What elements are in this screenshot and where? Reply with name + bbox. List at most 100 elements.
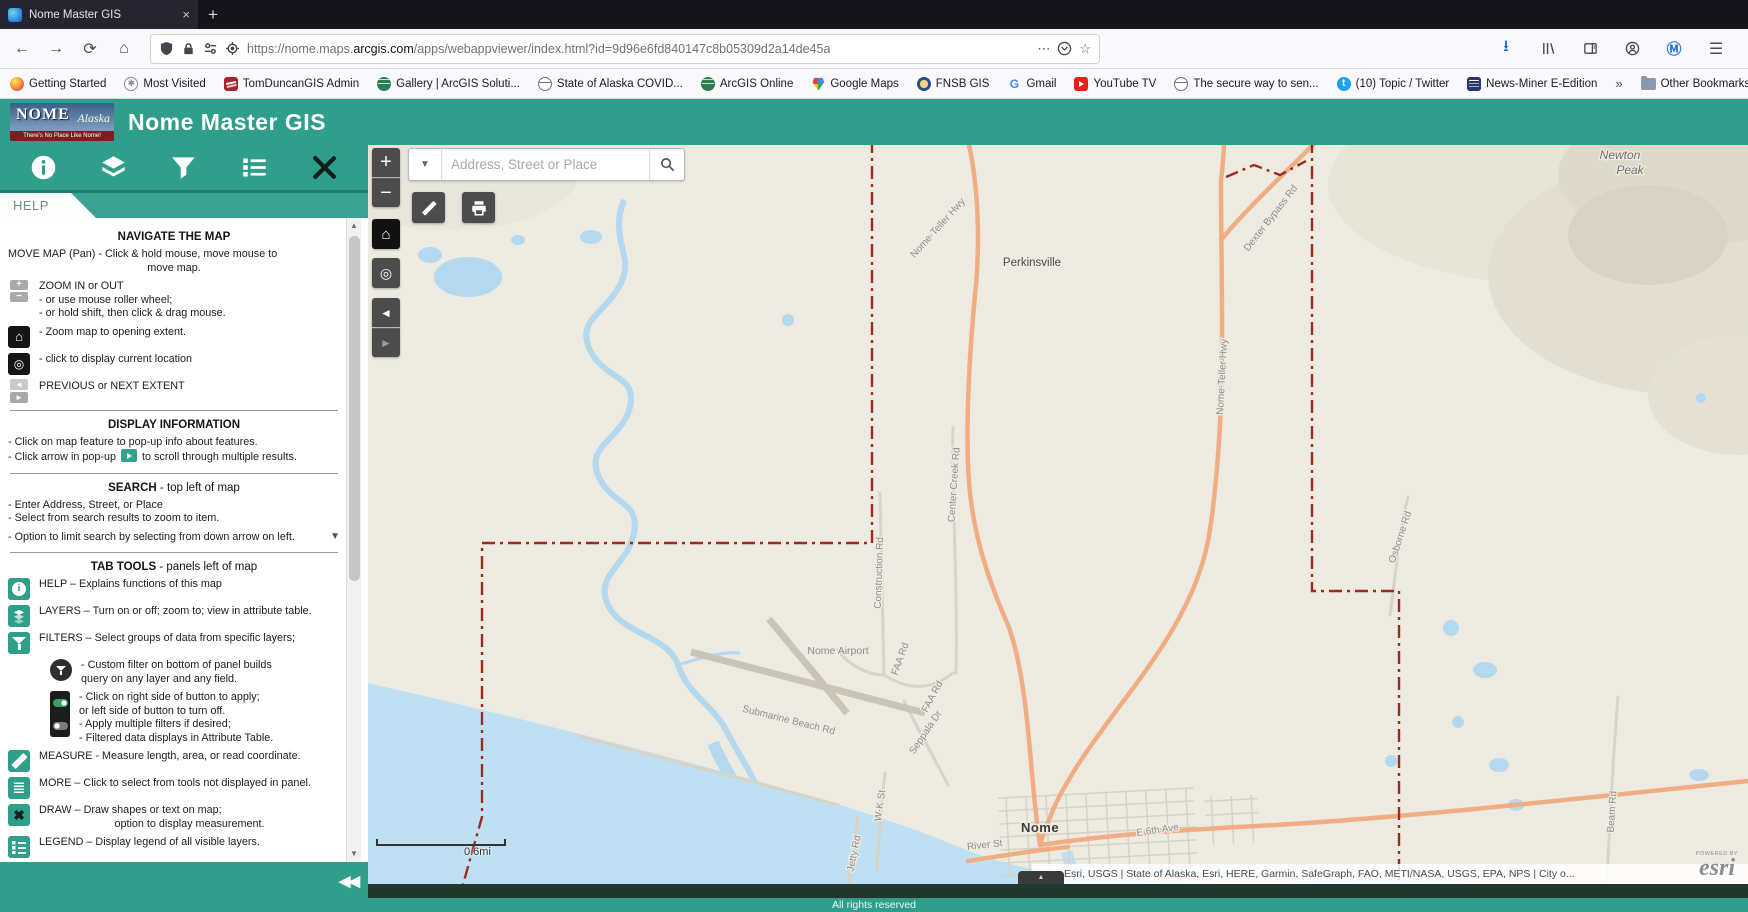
- panel-scrollbar[interactable]: ▲ ▼: [346, 218, 361, 862]
- geolocation-icon[interactable]: [225, 41, 240, 56]
- bookmark-item[interactable]: Getting Started: [10, 77, 106, 91]
- help-section: SEARCH - top left of map- Enter Address,…: [8, 482, 340, 545]
- help-row: MOVE MAP (Pan) - Click & hold mouse, mov…: [8, 248, 340, 275]
- bookmark-item[interactable]: FNSB GIS: [917, 77, 990, 91]
- back-button[interactable]: ←: [8, 35, 36, 63]
- bookmark-item[interactable]: News-Miner E-Edition: [1467, 77, 1597, 91]
- help-row: LAYERS – Turn on or off; zoom to; view i…: [8, 605, 340, 627]
- help-row: - Custom filter on bottom of panel build…: [50, 659, 340, 686]
- tab-favicon: [8, 8, 22, 22]
- zoom-in-button[interactable]: +: [372, 148, 400, 177]
- custom-filter-icon: [50, 659, 72, 681]
- bookmark-item[interactable]: Google Maps: [811, 77, 898, 91]
- menu-icon[interactable]: ☰: [1702, 35, 1730, 63]
- my-location-button[interactable]: ◎: [372, 258, 400, 288]
- search-widget: ▼: [408, 148, 685, 181]
- permissions-icon[interactable]: [203, 41, 218, 56]
- twitter-icon: [1337, 77, 1351, 91]
- home-button[interactable]: ⌂: [110, 35, 138, 63]
- globe-green-icon: [701, 77, 715, 91]
- bookmarks-bar-items: Getting Started Most Visited TomDuncanGIS …: [10, 77, 1597, 91]
- most-visited-icon: [124, 77, 138, 91]
- help-row: - Click on right side of button to apply…: [50, 691, 340, 745]
- new-tab-button[interactable]: +: [198, 0, 228, 29]
- library-icon[interactable]: [1534, 35, 1562, 63]
- map-canvas[interactable]: NewtonPeakPerkinsvilleNome-Teller HwyDex…: [368, 145, 1748, 890]
- layers-tab-icon: [8, 605, 30, 627]
- map-home-button[interactable]: ⌂: [372, 219, 400, 249]
- malwarebytes-icon[interactable]: Ⓜ: [1660, 35, 1688, 63]
- bookmark-item[interactable]: Gmail: [1007, 77, 1056, 91]
- bookmark-item[interactable]: Gallery | ArcGIS Soluti...: [377, 77, 520, 91]
- bookmark-item[interactable]: The secure way to sen...: [1174, 77, 1318, 91]
- reload-button[interactable]: ⟳: [76, 35, 104, 63]
- next-extent-button[interactable]: ►: [372, 328, 400, 357]
- help-tab[interactable]: HELP: [0, 193, 96, 218]
- copyright-text: All rights reserved: [0, 899, 1748, 911]
- globe-gray-icon: [1174, 77, 1188, 91]
- bookmark-item[interactable]: State of Alaska COVID...: [538, 77, 683, 91]
- help-section-title: TAB TOOLS - panels left of map: [8, 561, 340, 573]
- bookmark-label: YouTube TV: [1093, 78, 1156, 90]
- previous-extent-button[interactable]: ◄: [372, 298, 400, 327]
- sidebar-icon[interactable]: [1576, 35, 1604, 63]
- select-arrow-icon[interactable]: ▼: [330, 531, 340, 542]
- pocket-icon[interactable]: [1057, 41, 1072, 56]
- bookmark-item[interactable]: YouTube TV: [1074, 77, 1156, 91]
- firefox-icon: [10, 77, 24, 91]
- page-actions-icon[interactable]: ⋯: [1037, 41, 1050, 57]
- shield-icon[interactable]: [159, 41, 174, 56]
- bookmark-label: News-Miner E-Edition: [1486, 78, 1597, 90]
- tab-close-icon[interactable]: ×: [182, 7, 190, 22]
- help-row: - Click on map feature to pop-up info ab…: [8, 436, 340, 465]
- bookmark-star-icon[interactable]: ☆: [1079, 41, 1091, 57]
- collapse-panel-icon[interactable]: ◀◀: [339, 872, 358, 890]
- browser-window: Nome Master GIS × + ← → ⟳ ⌂ https://nome…: [0, 0, 1748, 912]
- search-button[interactable]: [649, 149, 684, 180]
- measure-button[interactable]: [412, 192, 445, 223]
- url-text: https://nome.maps.arcgis.com/apps/webapp…: [247, 42, 830, 56]
- help-row: FILTERS – Select groups of data from spe…: [8, 632, 340, 654]
- left-panel-column: HELP NAVIGATE THE MAPMOVE MAP (Pan) - Cl…: [0, 145, 368, 912]
- browser-toolbar: ← → ⟳ ⌂ https://nome.maps.arcgis.com/app…: [0, 29, 1748, 69]
- help-divider: [10, 410, 338, 411]
- prev-next-icon: [8, 380, 30, 402]
- account-icon[interactable]: [1618, 35, 1646, 63]
- url-bar[interactable]: https://nome.maps.arcgis.com/apps/webapp…: [150, 34, 1100, 64]
- help-panel-content: NAVIGATE THE MAPMOVE MAP (Pan) - Click &…: [0, 218, 346, 862]
- attribute-table-bar[interactable]: [368, 884, 1748, 898]
- legend-tab-icon: [8, 836, 30, 858]
- bookmark-item[interactable]: (10) Topic / Twitter: [1337, 77, 1450, 91]
- downloads-icon[interactable]: ⭳: [1492, 35, 1520, 63]
- page-title: Nome Master GIS: [128, 109, 326, 136]
- scrollbar-down-icon[interactable]: ▼: [347, 846, 361, 862]
- scale-bar-label: 0.6mi: [464, 846, 526, 858]
- lock-icon[interactable]: [181, 41, 196, 56]
- map-container[interactable]: NewtonPeakPerkinsvilleNome-Teller HwyDex…: [368, 145, 1748, 912]
- bookmark-item[interactable]: ArcGIS Online: [701, 77, 794, 91]
- scrollbar-up-icon[interactable]: ▲: [347, 218, 361, 234]
- tab-info-button[interactable]: [26, 151, 60, 185]
- help-section-title: SEARCH - top left of map: [8, 482, 340, 494]
- tab-filters-button[interactable]: [167, 151, 201, 185]
- print-button[interactable]: [462, 192, 495, 223]
- forward-button[interactable]: →: [42, 35, 70, 63]
- map-label: Nome Airport: [807, 645, 868, 657]
- scrollbar-thumb[interactable]: [349, 236, 360, 581]
- search-input[interactable]: [442, 149, 649, 180]
- bookmarks-overflow-icon[interactable]: »: [1615, 76, 1622, 91]
- tab-draw-tools-button[interactable]: [308, 151, 342, 185]
- help-row: PREVIOUS or NEXT EXTENT: [8, 380, 340, 402]
- bookmark-label: TomDuncanGIS Admin: [243, 78, 359, 90]
- browser-tab[interactable]: Nome Master GIS ×: [0, 0, 198, 29]
- bookmark-item[interactable]: TomDuncanGIS Admin: [224, 77, 359, 91]
- search-source-dropdown[interactable]: ▼: [409, 149, 442, 180]
- map-attribution: Esri, USGS | State of Alaska, Esri, HERE…: [1032, 864, 1748, 885]
- help-row: ZOOM IN or OUT- or use mouse roller whee…: [8, 280, 340, 321]
- tab-layers-button[interactable]: [97, 151, 131, 185]
- zoom-out-button[interactable]: −: [372, 178, 400, 207]
- nome-alaska-logo: NOME Alaska There's No Place Like Nome!: [10, 103, 114, 141]
- bookmark-item[interactable]: Most Visited: [124, 77, 205, 91]
- other-bookmarks[interactable]: Other Bookmarks: [1641, 78, 1748, 90]
- tab-legend-button[interactable]: [237, 151, 271, 185]
